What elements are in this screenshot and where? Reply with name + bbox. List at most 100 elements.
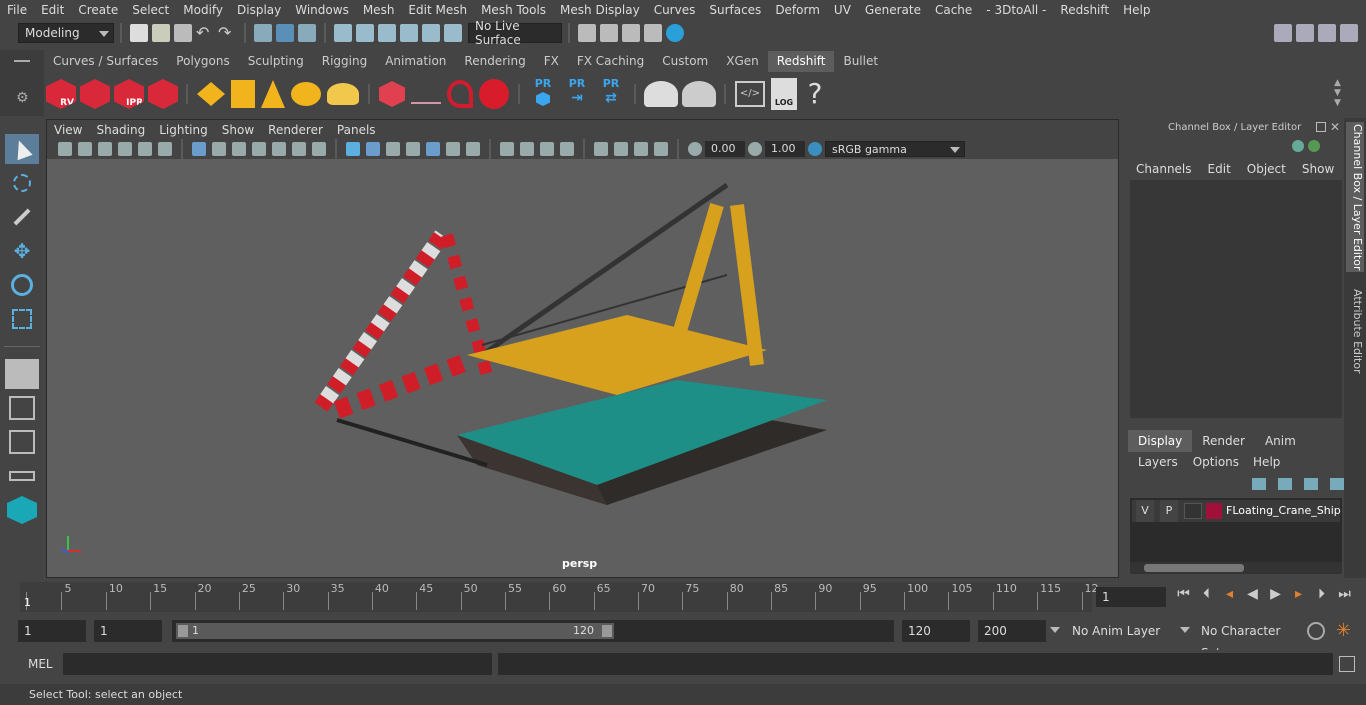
exposure-field[interactable]: 0.00 [705, 141, 745, 157]
range-start-handle[interactable] [178, 625, 188, 637]
animation-start-field[interactable]: 1 [18, 620, 86, 642]
use-all-lights-icon[interactable] [426, 142, 440, 156]
snap-curve-icon[interactable] [356, 24, 374, 42]
redshift-sun-sky-icon[interactable] [327, 83, 359, 105]
menu-create[interactable]: Create [71, 3, 125, 17]
depth-of-field-icon[interactable] [540, 142, 554, 156]
layer-color-swatch[interactable] [1206, 503, 1222, 519]
motion-blur-icon[interactable] [500, 142, 514, 156]
tab-render[interactable]: Render [1192, 430, 1255, 452]
playback-end-field[interactable]: 120 [902, 620, 970, 642]
xray-components-icon[interactable] [634, 142, 648, 156]
layer-menu-options[interactable]: Options [1183, 455, 1249, 469]
step-forward-key-icon[interactable]: ⏵ [1310, 586, 1333, 602]
snap-point-icon[interactable] [378, 24, 396, 42]
graph-layout-icon[interactable] [5, 461, 39, 491]
layer-playback-toggle[interactable]: P [1160, 500, 1178, 522]
redshift-spot-light-icon[interactable] [261, 80, 285, 108]
single-perspective-layout-icon[interactable] [5, 359, 39, 389]
bookmark-icon[interactable] [98, 142, 112, 156]
redshift-portal-light-icon[interactable] [231, 80, 255, 108]
undo-icon[interactable]: ↶ [196, 24, 214, 42]
maya-logo-icon[interactable] [5, 495, 39, 525]
ambient-occlusion-icon[interactable] [466, 142, 480, 156]
channel-box-menu-edit[interactable]: Edit [1200, 162, 1239, 176]
script-editor-icon[interactable] [1339, 656, 1355, 672]
tab-sculpting[interactable]: Sculpting [239, 51, 313, 72]
open-scene-icon[interactable] [152, 24, 170, 42]
animation-end-field[interactable]: 200 [978, 620, 1046, 642]
exposure-icon[interactable] [688, 142, 702, 156]
color-space-dropdown[interactable]: sRGB gamma [825, 141, 965, 157]
new-layer-icon[interactable] [1304, 478, 1318, 490]
menu-mesh-tools[interactable]: Mesh Tools [474, 3, 553, 17]
menu-edit-mesh[interactable]: Edit Mesh [401, 3, 474, 17]
current-frame-marker[interactable]: 1 [24, 596, 31, 609]
menu-mesh[interactable]: Mesh [356, 3, 402, 17]
lasso-tool-icon[interactable] [5, 168, 39, 198]
play-backwards-icon[interactable]: ◀ [1241, 586, 1264, 602]
playback-start-field[interactable]: 1 [94, 620, 162, 642]
menu-modify[interactable]: Modify [176, 3, 230, 17]
anim-layer-arrow-icon[interactable] [1050, 627, 1060, 633]
menu-uv[interactable]: UV [827, 3, 858, 17]
channel-list[interactable] [1130, 180, 1342, 418]
auto-key-icon[interactable] [1307, 622, 1325, 640]
gamma-field[interactable]: 1.00 [765, 141, 805, 157]
wireframe-icon[interactable] [346, 142, 360, 156]
redshift-material-icon[interactable] [479, 79, 509, 109]
grid-icon[interactable] [192, 142, 206, 156]
tab-curves-surfaces[interactable]: Curves / Surfaces [44, 51, 167, 72]
go-to-end-icon[interactable]: ⏭ [1333, 586, 1356, 602]
move-tool-icon[interactable]: ✥ [5, 236, 39, 266]
channel-box-icon-1[interactable] [1292, 140, 1304, 152]
safe-action-icon[interactable] [292, 142, 306, 156]
viewport-menu-view[interactable]: View [47, 123, 89, 137]
hypershade-icon[interactable] [666, 24, 684, 42]
new-scene-icon[interactable] [130, 24, 148, 42]
isolate-select-icon[interactable] [560, 142, 574, 156]
rotate-tool-icon[interactable] [5, 270, 39, 300]
menu-file[interactable]: File [0, 3, 34, 17]
modeling-toolkit-icon[interactable] [1274, 24, 1292, 42]
tab-fx[interactable]: FX [535, 51, 568, 72]
layer-visibility-toggle[interactable]: V [1136, 500, 1154, 522]
select-component-icon[interactable] [298, 24, 316, 42]
shelf-settings-icon[interactable]: ⚙ [16, 90, 29, 106]
tab-animation[interactable]: Animation [376, 51, 455, 72]
tab-redshift[interactable]: Redshift [767, 51, 835, 72]
redshift-proxy-icon[interactable] [379, 81, 405, 107]
menu-display[interactable]: Display [230, 3, 288, 17]
move-layer-up-icon[interactable] [1252, 478, 1266, 490]
make-live-icon[interactable] [444, 24, 462, 42]
move-layer-down-icon[interactable] [1278, 478, 1292, 490]
animation-preferences-icon[interactable]: ✳ [1336, 620, 1351, 641]
2d-pan-zoom-icon[interactable] [138, 142, 152, 156]
four-view-layout-icon[interactable] [5, 393, 39, 423]
menu-3dtoall[interactable]: - 3DtoAll - [979, 3, 1053, 17]
viewport-menu-shading[interactable]: Shading [89, 123, 152, 137]
paint-select-tool-icon[interactable] [5, 202, 39, 232]
menu-surfaces[interactable]: Surfaces [702, 3, 768, 17]
redshift-render-view-icon[interactable]: RV [46, 79, 76, 109]
current-frame-field[interactable]: 1 [1096, 587, 1166, 607]
step-back-frame-icon[interactable]: ◂ [1218, 586, 1241, 602]
redshift-render-settings-icon[interactable] [148, 79, 178, 109]
menu-windows[interactable]: Windows [288, 3, 356, 17]
image-plane-icon[interactable] [118, 142, 132, 156]
layer-name[interactable]: FLoating_Crane_Ship [1226, 500, 1341, 522]
toggle-layer-editor-icon[interactable] [1340, 24, 1358, 42]
command-input[interactable] [63, 653, 492, 675]
redshift-pr-export-icon[interactable]: PR ⇥ [562, 77, 592, 111]
redshift-log-icon[interactable]: LOG [771, 78, 797, 110]
menu-edit[interactable]: Edit [34, 3, 71, 17]
character-controls-icon[interactable] [1296, 24, 1314, 42]
play-forwards-icon[interactable]: ▶ [1264, 586, 1287, 602]
step-forward-frame-icon[interactable]: ▸ [1287, 586, 1310, 602]
film-gate-icon[interactable] [212, 142, 226, 156]
textured-icon[interactable] [406, 142, 420, 156]
channel-box-menu-show[interactable]: Show [1294, 162, 1342, 176]
redshift-dome-light-icon[interactable] [291, 82, 321, 106]
color-management-icon[interactable] [808, 142, 822, 156]
anti-aliasing-icon[interactable] [520, 142, 534, 156]
